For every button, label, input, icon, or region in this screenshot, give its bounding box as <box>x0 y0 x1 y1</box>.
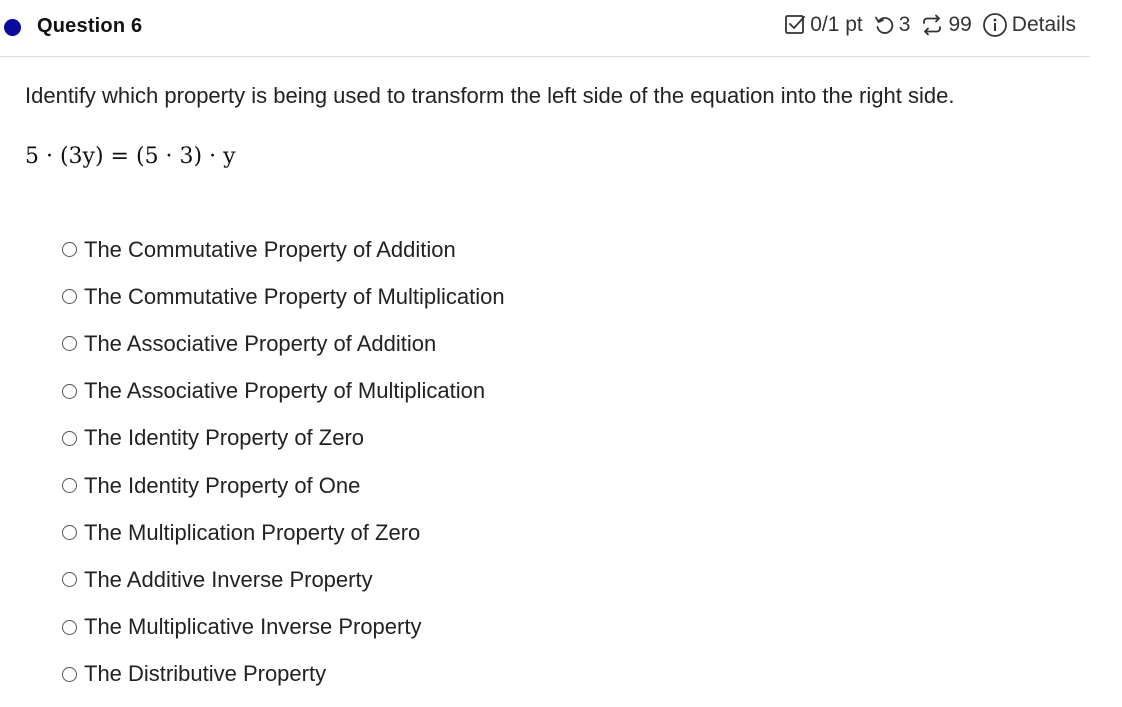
question-header: Question 6 0/1 pt 3 99 Details <box>0 0 1090 57</box>
option-label: The Additive Inverse Property <box>84 566 373 592</box>
option-label: The Associative Property of Addition <box>84 330 437 356</box>
radio-button[interactable] <box>62 242 77 258</box>
option-label: The Distributive Property <box>84 661 327 687</box>
score-value: 0/1 pt <box>810 13 863 36</box>
answer-option[interactable]: The Commutative Property of Multiplicati… <box>62 273 505 320</box>
submissions-value: 99 <box>948 13 972 36</box>
option-label: The Commutative Property of Addition <box>84 236 456 262</box>
answer-options: The Commutative Property of Addition The… <box>62 226 505 698</box>
option-label: The Multiplicative Inverse Property <box>84 614 422 640</box>
radio-button[interactable] <box>62 666 77 682</box>
score-indicator: 0/1 pt <box>784 13 863 37</box>
attempts-value: 3 <box>898 13 911 36</box>
answer-option[interactable]: The Multiplicative Inverse Property <box>62 604 505 651</box>
radio-button[interactable] <box>62 289 77 305</box>
answer-option[interactable]: The Multiplication Property of Zero <box>62 509 505 556</box>
radio-button[interactable] <box>62 619 77 635</box>
option-label: The Commutative Property of Multiplicati… <box>84 283 505 309</box>
retry-icon <box>873 14 895 36</box>
answer-option[interactable]: The Associative Property of Multiplicati… <box>62 368 505 415</box>
submissions-indicator: 99 <box>920 13 972 37</box>
question-prompt: Identify which property is being used to… <box>25 83 955 108</box>
option-label: The Associative Property of Multiplicati… <box>84 378 486 404</box>
option-label: The Multiplication Property of Zero <box>84 519 421 545</box>
option-label: The Identity Property of One <box>84 472 361 498</box>
attempts-indicator: 3 <box>873 13 911 37</box>
question-page: Question 6 0/1 pt 3 99 Details Identify … <box>0 0 1122 707</box>
checkbox-icon <box>784 14 806 36</box>
radio-button[interactable] <box>62 572 77 588</box>
radio-button[interactable] <box>62 525 77 541</box>
answer-option[interactable]: The Additive Inverse Property <box>62 556 505 603</box>
question-status-dot <box>4 19 21 36</box>
refresh-icon <box>920 14 944 36</box>
answer-option[interactable]: The Associative Property of Addition <box>62 320 505 367</box>
option-label: The Identity Property of Zero <box>84 425 365 451</box>
question-meta: 0/1 pt 3 99 Details <box>774 12 1076 38</box>
radio-button[interactable] <box>62 383 77 399</box>
radio-button[interactable] <box>62 478 77 494</box>
radio-button[interactable] <box>62 430 77 446</box>
answer-option[interactable]: The Identity Property of Zero <box>62 415 505 462</box>
info-icon <box>982 12 1008 38</box>
answer-option[interactable]: The Distributive Property <box>62 651 505 698</box>
details-button[interactable]: Details <box>982 12 1076 38</box>
answer-option[interactable]: The Identity Property of One <box>62 462 505 509</box>
radio-button[interactable] <box>62 336 77 352</box>
question-equation: 5 · (3y) = (5 · 3) · y <box>25 144 236 169</box>
details-label: Details <box>1011 13 1076 36</box>
answer-option[interactable]: The Commutative Property of Addition <box>62 226 505 273</box>
question-title: Question 6 <box>37 15 143 37</box>
